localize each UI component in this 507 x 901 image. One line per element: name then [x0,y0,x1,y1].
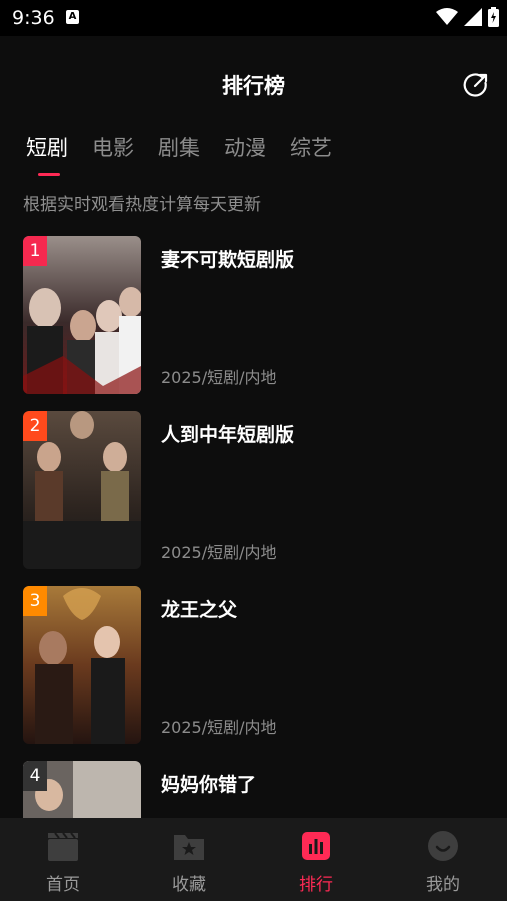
page-title: 排行榜 [222,74,285,98]
rank-badge: 4 [23,761,47,791]
ranking-list: 1 妻不可欺短剧版 2025/短剧/内地 2 人到中年短剧版 2025/短剧/内… [0,236,507,818]
list-item[interactable]: 2 人到中年短剧版 2025/短剧/内地 [0,411,507,569]
nav-label: 我的 [426,875,460,895]
smile-icon [428,831,458,861]
category-tabs: 短剧 电影 剧集 动漫 综艺 [26,130,332,178]
poster-image: 4 [23,761,141,818]
folder-star-icon [174,835,204,860]
item-title: 人到中年短剧版 [161,424,295,446]
list-item[interactable]: 3 龙王之父 2025/短剧/内地 [0,586,507,744]
rank-badge: 1 [23,236,47,266]
battery-icon [488,7,499,27]
header: 排行榜 [0,36,507,132]
signal-icon [464,8,482,26]
tab-label: 电影 [92,136,134,160]
notification-icon: A [66,10,79,24]
nav-ranking[interactable]: 排行 [276,830,356,900]
rank-badge: 3 [23,586,47,616]
poster-image: 2 [23,411,141,569]
item-meta: 2025/短剧/内地 [161,543,277,562]
list-item[interactable]: 4 妈妈你错了 [0,761,507,818]
tab-short-drama[interactable]: 短剧 [26,130,68,178]
poster-image: 1 [23,236,141,394]
bottom-nav: 首页 收藏 排行 我的 [0,818,507,901]
share-icon[interactable] [463,72,489,98]
active-tab-indicator [38,173,60,176]
nav-label: 首页 [46,875,80,895]
nav-profile[interactable]: 我的 [403,830,483,900]
status-bar: 9:36 A [0,0,507,36]
wifi-icon [436,8,458,25]
nav-label: 收藏 [172,875,206,895]
item-meta: 2025/短剧/内地 [161,368,277,387]
nav-favorites[interactable]: 收藏 [149,830,229,900]
item-title: 龙王之父 [161,599,238,621]
status-time: 9:36 [12,7,55,29]
tab-label: 短剧 [26,136,68,160]
item-meta: 2025/短剧/内地 [161,718,277,737]
tab-label: 动漫 [224,136,266,160]
rank-badge: 2 [23,411,47,441]
tab-label: 综艺 [290,136,332,160]
list-item[interactable]: 1 妻不可欺短剧版 2025/短剧/内地 [0,236,507,394]
tab-series[interactable]: 剧集 [158,130,200,178]
tab-variety[interactable]: 综艺 [290,130,332,178]
status-icons [436,6,499,28]
nav-label: 排行 [299,875,333,895]
bar-chart-icon [302,832,330,860]
tab-movies[interactable]: 电影 [92,130,134,178]
ranking-description: 根据实时观看热度计算每天更新 [23,195,261,215]
item-title: 妻不可欺短剧版 [161,249,295,271]
clapperboard-icon [48,832,78,861]
item-title: 妈妈你错了 [161,774,257,796]
poster-image: 3 [23,586,141,744]
tab-anime[interactable]: 动漫 [224,130,266,178]
nav-home[interactable]: 首页 [23,830,103,900]
tab-label: 剧集 [158,136,200,160]
